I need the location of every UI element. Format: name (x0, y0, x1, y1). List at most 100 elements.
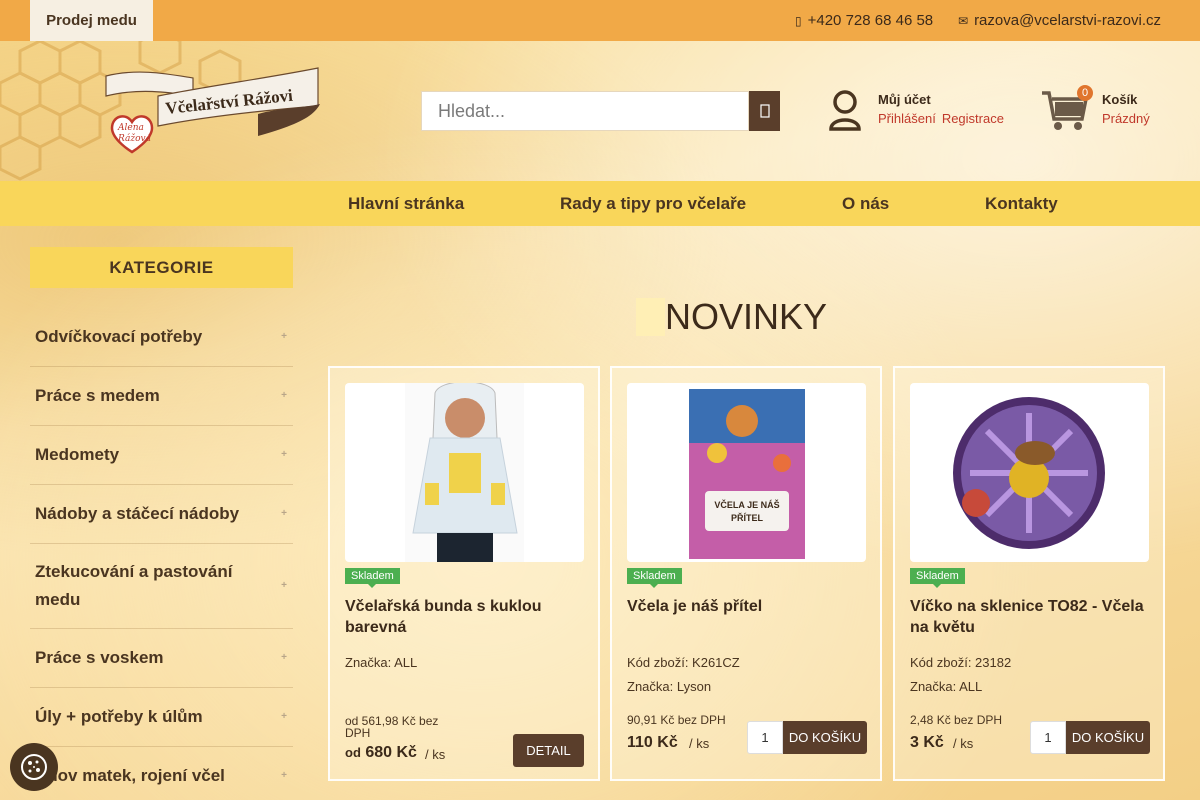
category-label: Medomety (35, 445, 120, 464)
category-label: Práce s voskem (35, 648, 164, 667)
price-unit: / ks (953, 736, 974, 751)
category-item[interactable]: Nádoby a stáčecí nádoby + (30, 485, 293, 544)
nav-item-contacts[interactable]: Kontakty (985, 194, 1058, 214)
cart-status: Prázdný (1102, 111, 1150, 126)
nav-item-about[interactable]: O nás (842, 194, 889, 214)
category-list: Odvíčkovací potřeby + Práce s medem + Me… (30, 308, 293, 800)
main-navigation: Hlavní stránka Rady a tipy pro včelaře O… (0, 181, 1200, 226)
plus-icon[interactable]: + (281, 572, 287, 600)
product-code: Kód zboží: 23182 (910, 655, 1012, 670)
category-label: Ztekucování a pastování medu (35, 562, 233, 609)
product-price: od 680 Kč (345, 744, 417, 762)
product-brand: Značka: ALL (345, 655, 418, 670)
cart-count-badge: 0 (1077, 85, 1093, 101)
product-price: 3 Kč (910, 734, 944, 751)
plus-icon[interactable]: + (281, 703, 287, 731)
nav-item-home[interactable]: Hlavní stránka (348, 194, 464, 214)
product-price: 110 Kč (627, 734, 678, 751)
category-item[interactable]: Práce s voskem + (30, 629, 293, 688)
product-name[interactable]: Včela je náš přítel (627, 596, 869, 617)
search-bar (421, 91, 780, 131)
user-icon[interactable] (828, 89, 862, 133)
phone-icon: ▯ (795, 13, 802, 28)
search-input[interactable] (421, 91, 749, 131)
category-label: Odvíčkovací potřeby (35, 327, 203, 346)
svg-text:VČELA JE NÁŠ: VČELA JE NÁŠ (714, 499, 779, 510)
category-item[interactable]: Odvíčkovací potřeby + (30, 308, 293, 367)
price-unit: / ks (689, 736, 710, 751)
title-highlight (636, 298, 665, 336)
honey-sale-link[interactable]: Prodej medu (30, 0, 153, 41)
product-image[interactable] (345, 383, 584, 562)
book-cover-image: VČELA JE NÁŠ PŘÍTEL (689, 389, 805, 559)
product-card: Skladem Včelařská bunda s kuklou barevná… (328, 366, 600, 781)
add-to-cart-button[interactable]: DO KOŠÍKU (1066, 721, 1150, 754)
email-address: razova@vcelarstvi-razovi.cz (974, 12, 1161, 29)
category-item[interactable]: Úly + potřeby k úlům + (30, 688, 293, 747)
product-card: Skladem Víčko na sklenice TO82 - Včela n… (893, 366, 1165, 781)
top-bar: Prodej medu ▯ +420 728 68 46 58 ✉ razova… (0, 0, 1200, 41)
category-item[interactable]: Práce s medem + (30, 367, 293, 426)
svg-text:PŘÍTEL: PŘÍTEL (731, 512, 764, 523)
category-item[interactable]: Ztekucování a pastování medu + (30, 544, 293, 629)
category-label: Úly + potřeby k úlům (35, 707, 203, 726)
stock-badge: Skladem (910, 568, 965, 588)
price-unit: / ks (425, 747, 446, 762)
quantity-input[interactable] (747, 721, 783, 754)
price-prefix: od (345, 745, 361, 760)
jar-lid-image (953, 397, 1105, 549)
cookie-settings-button[interactable] (10, 743, 58, 791)
plus-icon[interactable]: + (281, 382, 287, 410)
logo-graphic: Včelařství Rážovi Alena Rážová (105, 67, 320, 154)
envelope-icon: ✉ (958, 13, 969, 28)
category-label: Chov matek, rojení včel (35, 766, 225, 785)
email-contact[interactable]: ✉ razova@vcelarstvi-razovi.cz (958, 12, 1161, 29)
category-label: Práce s medem (35, 386, 160, 405)
product-brand: Značka: ALL (910, 679, 983, 694)
category-label: Nádoby a stáčecí nádoby (35, 504, 240, 523)
product-name[interactable]: Víčko na sklenice TO82 - Včela na květu (910, 596, 1152, 638)
cookie-icon (21, 754, 47, 780)
section-title: NOVINKY (636, 296, 856, 337)
plus-icon[interactable]: + (281, 762, 287, 790)
price-without-vat: od 561,98 Kč bez DPH (345, 714, 439, 740)
plus-icon[interactable]: + (281, 441, 287, 469)
product-image[interactable]: VČELA JE NÁŠ PŘÍTEL (627, 383, 866, 562)
bee-jacket-image (405, 383, 524, 562)
nav-item-beekeeping-tips[interactable]: Rady a tipy pro včelaře (560, 194, 746, 214)
category-item[interactable]: Medomety + (30, 426, 293, 485)
product-code: Kód zboží: K261CZ (627, 655, 740, 670)
search-icon (759, 104, 770, 118)
account-widget: Můj účet Přihlášení Registrace (828, 89, 1018, 133)
cart-widget[interactable]: 0 Košík Prázdný (1040, 85, 1180, 135)
price-value: 680 Kč (365, 744, 417, 761)
svg-text:Alena: Alena (117, 123, 144, 133)
svg-text:Rážová: Rážová (117, 133, 151, 144)
detail-button[interactable]: DETAIL (513, 734, 584, 767)
plus-icon[interactable]: + (281, 500, 287, 528)
site-logo[interactable]: Včelařství Rážovi Alena Rážová (98, 66, 323, 156)
register-link[interactable]: Registrace (942, 111, 1004, 126)
section-title-text: NOVINKY (665, 296, 828, 337)
header: Včelařství Rážovi Alena Rážová Můj účet … (0, 41, 1200, 181)
product-brand: Značka: Lyson (627, 679, 712, 694)
stock-badge: Skladem (345, 568, 400, 588)
search-button[interactable] (749, 91, 780, 131)
account-title: Můj účet (878, 92, 931, 107)
plus-icon[interactable]: + (281, 644, 287, 672)
add-to-cart-button[interactable]: DO KOŠÍKU (783, 721, 867, 754)
price-without-vat: 90,91 Kč bez DPH (627, 713, 726, 727)
phone-contact[interactable]: ▯ +420 728 68 46 58 (795, 12, 933, 29)
product-card: VČELA JE NÁŠ PŘÍTEL Skladem Včela je náš… (610, 366, 882, 781)
category-item[interactable]: Chov matek, rojení včel + (30, 747, 293, 800)
quantity-input[interactable] (1030, 721, 1066, 754)
login-link[interactable]: Přihlášení (878, 111, 936, 126)
categories-heading: KATEGORIE (30, 247, 293, 288)
price-without-vat: 2,48 Kč bez DPH (910, 713, 1003, 727)
stock-badge: Skladem (627, 568, 682, 588)
product-name[interactable]: Včelařská bunda s kuklou barevná (345, 596, 587, 638)
product-image[interactable] (910, 383, 1149, 562)
plus-icon[interactable]: + (281, 323, 287, 351)
cart-title: Košík (1102, 92, 1138, 107)
phone-number: +420 728 68 46 58 (807, 12, 934, 29)
